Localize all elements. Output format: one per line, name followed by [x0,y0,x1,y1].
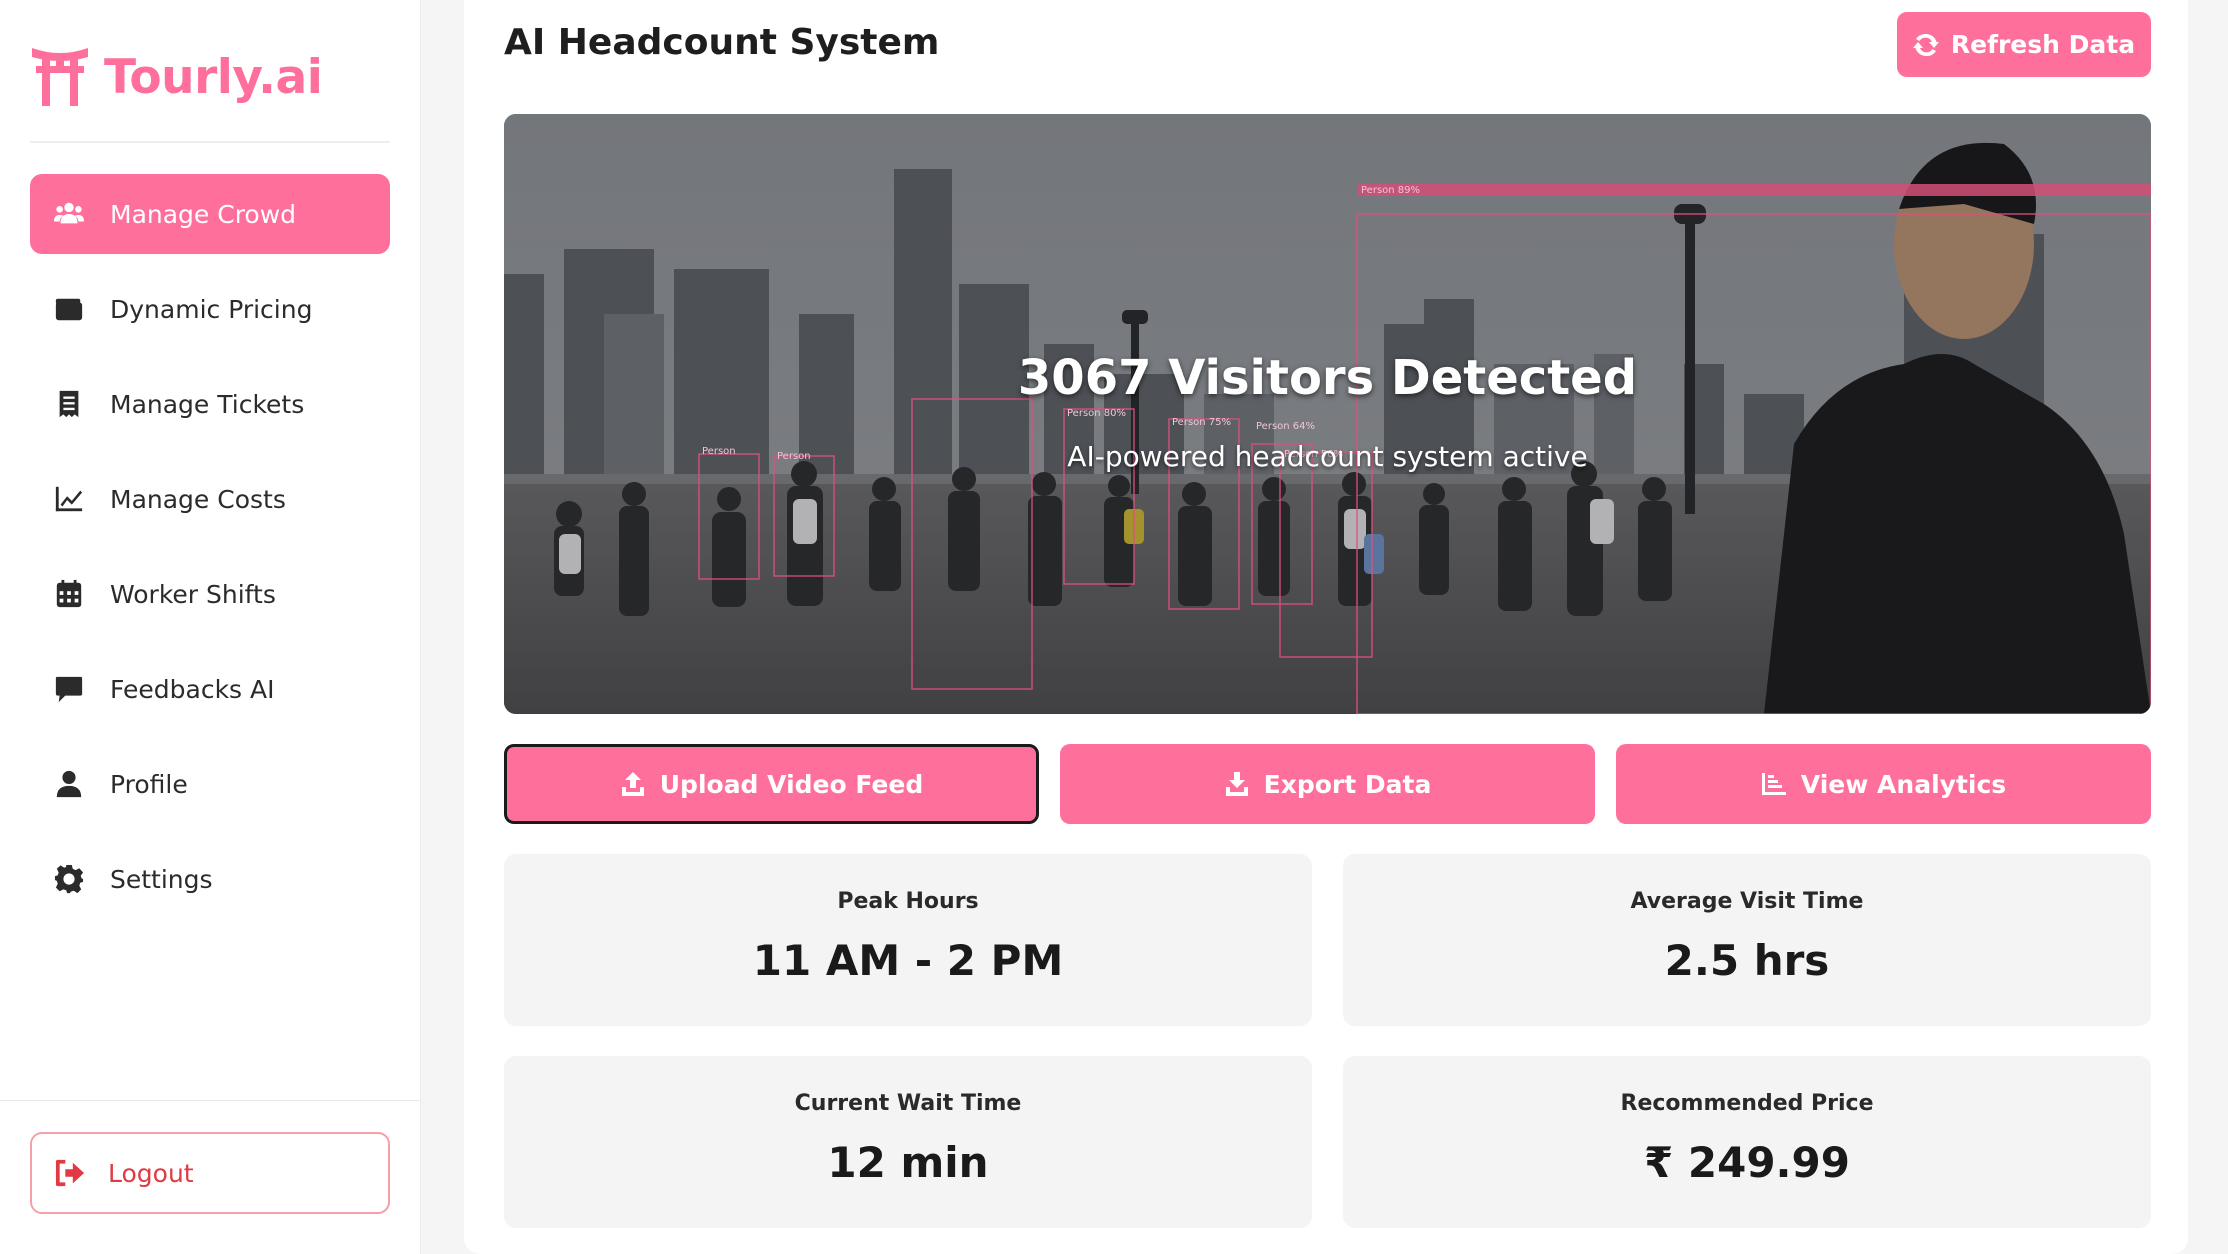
comment-icon [52,672,86,706]
upload-video-feed-label: Upload Video Feed [659,769,924,799]
torii-gate-icon [30,44,90,110]
sidebar-nav: Manage Crowd Dynamic Pricing Manage Tick… [30,174,390,934]
logout-icon [55,1159,85,1187]
stat-label: Average Visit Time [1630,889,1864,914]
sidebar-footer-divider [0,1100,420,1101]
export-data-button[interactable]: Export Data [1060,744,1595,824]
users-icon [52,197,86,231]
upload-video-feed-button[interactable]: Upload Video Feed [504,744,1039,824]
action-buttons: Upload Video Feed Export Data View Analy… [504,744,2151,824]
stat-value: 2.5 hrs [1664,936,1830,985]
gear-icon [52,862,86,896]
sidebar-item-manage-crowd[interactable]: Manage Crowd [30,174,390,254]
crowd-scene-image: Person 89% Person 80% Person 75% Person … [504,114,2151,714]
stat-label: Recommended Price [1620,1091,1874,1116]
sidebar-divider [30,141,390,143]
download-icon [1225,772,1248,796]
sidebar-item-label: Manage Costs [110,484,286,514]
sidebar-item-manage-costs[interactable]: Manage Costs [30,459,390,539]
stat-card-average-visit-time: Average Visit Time 2.5 hrs [1343,854,2151,1026]
export-data-label: Export Data [1263,769,1432,799]
brand-name: Tourly.ai [104,49,323,105]
stat-label: Current Wait Time [794,1091,1022,1116]
sidebar-item-settings[interactable]: Settings [30,839,390,919]
system-status-text: AI-powered headcount system active [1067,440,1588,473]
sidebar-item-manage-tickets[interactable]: Manage Tickets [30,364,390,444]
stat-card-current-wait-time: Current Wait Time 12 min [504,1056,1312,1228]
detection-label: Person 89% [1361,185,1420,196]
bar-chart-icon [1761,773,1786,795]
sidebar-item-profile[interactable]: Profile [30,744,390,824]
wallet-icon [52,292,86,326]
stat-card-recommended-price: Recommended Price ₹ 249.99 [1343,1056,2151,1228]
sidebar-item-dynamic-pricing[interactable]: Dynamic Pricing [30,269,390,349]
line-chart-icon [52,482,86,516]
stat-value: 11 AM - 2 PM [752,936,1064,985]
logout-button[interactable]: Logout [30,1132,390,1214]
view-analytics-button[interactable]: View Analytics [1616,744,2151,824]
stat-card-peak-hours: Peak Hours 11 AM - 2 PM [504,854,1312,1026]
sidebar-item-label: Worker Shifts [110,579,276,609]
sidebar-item-label: Manage Tickets [110,389,305,419]
page-title: AI Headcount System [504,22,940,63]
receipt-icon [52,387,86,421]
brand-logo[interactable]: Tourly.ai [30,44,323,110]
visitor-count-headline: 3067 Visitors Detected [1017,350,1638,406]
upload-icon [621,772,644,796]
sidebar-item-label: Dynamic Pricing [110,294,313,324]
video-feed[interactable]: Person 89% Person 80% Person 75% Person … [504,114,2151,714]
sidebar-item-label: Settings [110,864,213,894]
refresh-icon [1912,33,1939,56]
refresh-data-label: Refresh Data [1950,30,2136,59]
stat-value: ₹ 249.99 [1644,1138,1850,1187]
stat-label: Peak Hours [837,889,979,914]
sidebar-item-label: Profile [110,769,188,799]
sidebar-item-label: Feedbacks AI [110,674,275,704]
view-analytics-label: View Analytics [1800,769,2007,799]
sidebar-item-worker-shifts[interactable]: Worker Shifts [30,554,390,634]
detection-label: Person 75% [1172,417,1231,428]
detection-label: Person 80% [1067,408,1126,419]
sidebar-item-label: Manage Crowd [110,199,297,229]
sidebar: Tourly.ai Manage Crowd Dynamic Pricing M… [0,0,421,1254]
refresh-data-button[interactable]: Refresh Data [1897,12,2151,77]
logout-label: Logout [108,1158,194,1188]
sidebar-item-feedbacks-ai[interactable]: Feedbacks AI [30,649,390,729]
stat-value: 12 min [827,1138,989,1187]
user-icon [52,767,86,801]
calendar-icon [52,577,86,611]
detection-label: Person 64% [1256,421,1315,432]
main-panel: AI Headcount System Refresh Data Person … [464,0,2188,1254]
